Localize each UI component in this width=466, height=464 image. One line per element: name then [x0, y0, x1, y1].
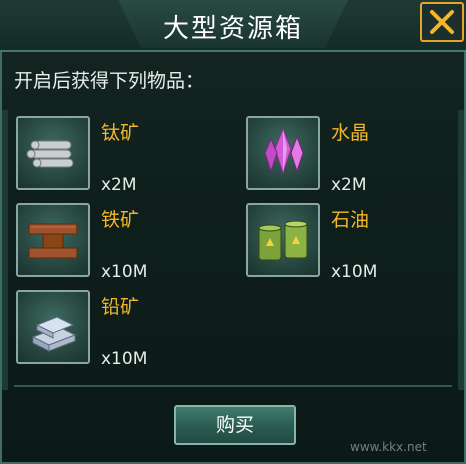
- item-titanium-slot[interactable]: [16, 116, 90, 190]
- item-crystal-slot[interactable]: [246, 116, 320, 190]
- item-oil-name: 石油: [331, 209, 370, 231]
- item-titanium-qty: x2M: [101, 175, 137, 195]
- item-lead-name: 铅矿: [101, 296, 140, 318]
- buy-button[interactable]: 购买: [174, 405, 296, 445]
- right-side-decoration: [458, 110, 464, 390]
- dialog-header: 大型资源箱: [0, 0, 466, 52]
- item-titanium-name: 钛矿: [101, 122, 140, 144]
- item-lead-slot[interactable]: [16, 290, 90, 364]
- oil-barrels-icon: [258, 220, 308, 261]
- item-iron-slot[interactable]: [16, 203, 90, 277]
- item-oil-qty: x10M: [331, 262, 378, 282]
- footer-divider: [14, 385, 452, 387]
- watermark: www.kkx.net: [350, 440, 427, 454]
- titanium-rods-icon: [26, 140, 74, 168]
- item-crystal-name: 水晶: [331, 122, 370, 144]
- item-iron-name: 铁矿: [101, 209, 140, 231]
- reward-subtitle: 开启后获得下列物品：: [14, 70, 205, 92]
- close-button[interactable]: [420, 2, 464, 42]
- iron-beam-icon: [28, 223, 78, 259]
- crystal-icon: [264, 127, 304, 175]
- dialog-title: 大型资源箱: [162, 14, 303, 44]
- item-lead-qty: x10M: [101, 349, 148, 369]
- left-side-decoration: [2, 110, 8, 390]
- item-crystal-qty: x2M: [331, 175, 367, 195]
- item-oil-slot[interactable]: [246, 203, 320, 277]
- lead-ingots-icon: [31, 316, 77, 352]
- item-iron-qty: x10M: [101, 262, 148, 282]
- close-icon: [430, 10, 454, 34]
